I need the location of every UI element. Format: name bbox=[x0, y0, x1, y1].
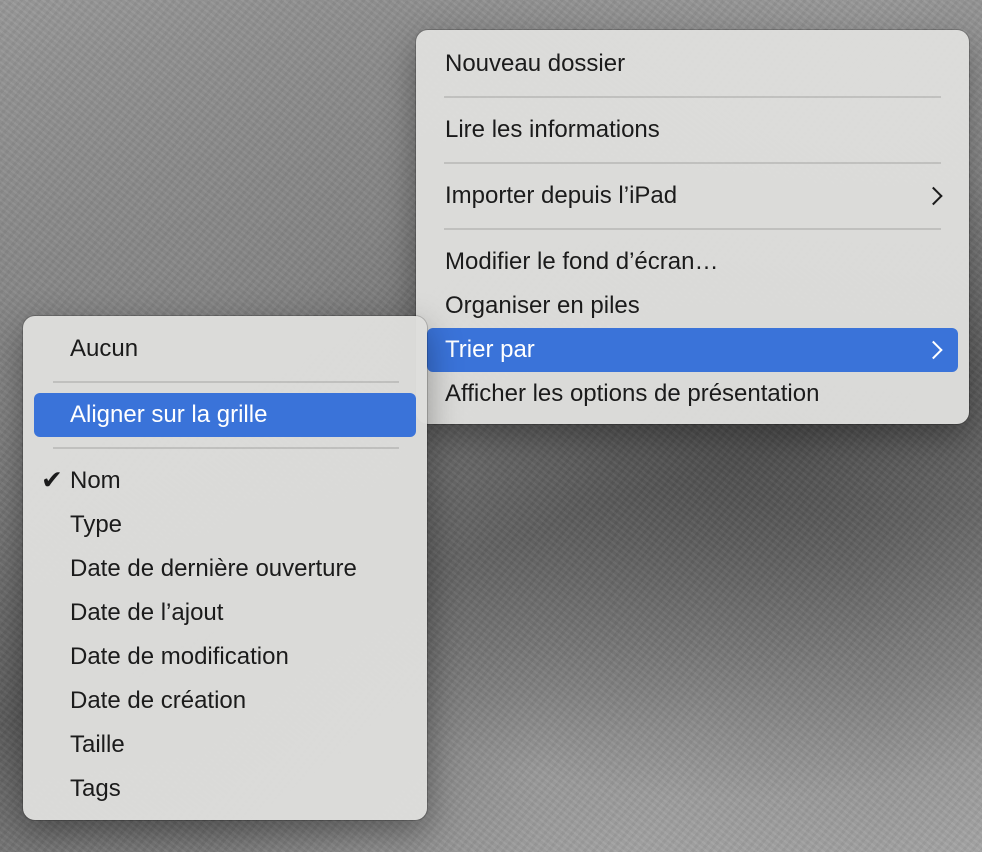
menu-separator bbox=[53, 437, 399, 459]
desktop-context-menu: Nouveau dossier Lire les informations Im… bbox=[416, 30, 969, 424]
submenu-item-snap-to-grid[interactable]: Aligner sur la grille bbox=[34, 393, 416, 437]
submenu-item-name[interactable]: ✔ Nom bbox=[34, 459, 416, 503]
submenu-item-date-added[interactable]: Date de l’ajout bbox=[34, 591, 416, 635]
menu-separator bbox=[53, 371, 399, 393]
submenu-item-kind[interactable]: Type bbox=[34, 503, 416, 547]
submenu-item-tags[interactable]: Tags bbox=[34, 767, 416, 811]
menu-separator bbox=[444, 218, 941, 240]
chevron-right-icon bbox=[924, 340, 943, 360]
submenu-item-size[interactable]: Taille bbox=[34, 723, 416, 767]
menu-item-new-folder[interactable]: Nouveau dossier bbox=[427, 42, 958, 86]
menu-item-label: Aligner sur la grille bbox=[70, 401, 268, 428]
menu-item-change-wallpaper[interactable]: Modifier le fond d’écran… bbox=[427, 240, 958, 284]
menu-item-label: Afficher les options de présentation bbox=[445, 380, 820, 407]
menu-item-label: Importer depuis l’iPad bbox=[445, 182, 678, 209]
menu-item-label: Date de modification bbox=[70, 643, 289, 670]
menu-item-label: Aucun bbox=[70, 335, 139, 362]
menu-item-label: Type bbox=[70, 511, 123, 538]
menu-item-label: Date de création bbox=[70, 687, 247, 714]
menu-item-label: Nom bbox=[70, 467, 121, 494]
submenu-item-date-modified[interactable]: Date de modification bbox=[34, 635, 416, 679]
menu-separator bbox=[444, 86, 941, 108]
menu-item-label: Taille bbox=[70, 731, 125, 758]
menu-item-show-view-options[interactable]: Afficher les options de présentation bbox=[427, 372, 958, 416]
menu-item-import-from-ipad[interactable]: Importer depuis l’iPad bbox=[427, 174, 958, 218]
menu-item-label: Trier par bbox=[445, 336, 535, 363]
menu-item-label: Modifier le fond d’écran… bbox=[445, 248, 719, 275]
checkmark-icon: ✔ bbox=[41, 465, 63, 496]
menu-item-label: Date de l’ajout bbox=[70, 599, 224, 626]
sort-by-submenu: Aucun Aligner sur la grille ✔ Nom Type D… bbox=[23, 316, 427, 820]
submenu-item-date-created[interactable]: Date de création bbox=[34, 679, 416, 723]
menu-item-label: Organiser en piles bbox=[445, 292, 640, 319]
submenu-item-none[interactable]: Aucun bbox=[34, 327, 416, 371]
menu-separator bbox=[444, 152, 941, 174]
menu-item-label: Nouveau dossier bbox=[445, 50, 626, 77]
menu-item-use-stacks[interactable]: Organiser en piles bbox=[427, 284, 958, 328]
submenu-item-date-last-opened[interactable]: Date de dernière ouverture bbox=[34, 547, 416, 591]
menu-item-get-info[interactable]: Lire les informations bbox=[427, 108, 958, 152]
menu-item-sort-by[interactable]: Trier par bbox=[427, 328, 958, 372]
chevron-right-icon bbox=[924, 186, 943, 206]
menu-item-label: Tags bbox=[70, 775, 121, 802]
menu-item-label: Lire les informations bbox=[445, 116, 660, 143]
menu-item-label: Date de dernière ouverture bbox=[70, 555, 357, 582]
